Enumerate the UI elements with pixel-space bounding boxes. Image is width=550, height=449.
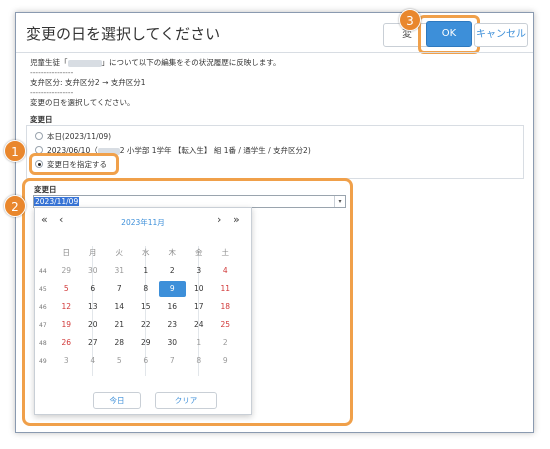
weekday-thu: 木 — [168, 248, 177, 257]
next-year-icon[interactable]: » — [233, 213, 240, 226]
week-number: 47 — [39, 321, 47, 329]
next-month-icon[interactable]: › — [217, 213, 221, 226]
week-number: 48 — [39, 339, 47, 347]
calendar-day[interactable]: 1 — [133, 263, 160, 279]
info-line-1-suffix: 」について以下の編集をその状況履歴に反映します。 — [101, 58, 281, 67]
weekday-header-row: 日 月 火 水 木 金 土 — [39, 244, 239, 262]
calendar-day[interactable]: 8 — [133, 281, 160, 297]
calendar-day[interactable]: 25 — [212, 317, 239, 333]
calendar-day[interactable]: 19 — [53, 317, 80, 333]
calendar-day[interactable]: 23 — [159, 317, 186, 333]
calendar-day[interactable]: 17 — [186, 299, 213, 315]
calendar-day[interactable]: 4 — [80, 353, 107, 369]
week-number: 44 — [39, 267, 47, 275]
cancel-button[interactable]: キャンセル — [474, 23, 528, 47]
calendar-week-row: 44 29 30 31 1 2 3 4 — [39, 262, 239, 280]
weekday-sat: 土 — [221, 248, 230, 257]
calendar-day[interactable]: 3 — [186, 263, 213, 279]
week-number: 46 — [39, 303, 47, 311]
weekday-tue: 火 — [115, 248, 124, 257]
redacted-name — [67, 59, 102, 67]
calendar-week-row: 49 3 4 5 6 7 8 9 — [39, 352, 239, 370]
calendar-day[interactable]: 30 — [80, 263, 107, 279]
calendar-day[interactable]: 5 — [53, 281, 80, 297]
week-number: 45 — [39, 285, 47, 293]
dialog-title: 変更の日を選択してください — [26, 25, 221, 43]
calendar-day[interactable]: 26 — [53, 335, 80, 351]
weekday-sun: 日 — [62, 248, 71, 257]
calendar-day[interactable]: 28 — [106, 335, 133, 351]
calendar-day[interactable]: 5 — [106, 353, 133, 369]
calendar-week-row: 47 19 20 21 22 23 24 25 — [39, 316, 239, 334]
callout-badge-3: 3 — [399, 9, 421, 31]
calendar-day[interactable]: 12 — [53, 299, 80, 315]
calendar-week-row: 48 26 27 28 29 30 1 2 — [39, 334, 239, 352]
info-line-1: 児童生徒「 」について以下の編集をその状況履歴に反映します。 — [30, 57, 281, 68]
calendar-day[interactable]: 31 — [106, 263, 133, 279]
separator-2: ---------------- — [30, 88, 74, 97]
calendar-weeks: 44 29 30 31 1 2 3 4 45 5 6 7 8 9 10 11 46 12 13 14 15 16 17 18 4… — [39, 262, 239, 370]
date-field-label: 変更日 — [34, 185, 57, 194]
calendar-day[interactable]: 29 — [133, 335, 160, 351]
calendar-day[interactable]: 18 — [212, 299, 239, 315]
info-line-2: 支弁区分: 支弁区分2 → 支弁区分1 — [30, 78, 146, 87]
calendar-day[interactable]: 30 — [159, 335, 186, 351]
calendar-day[interactable]: 7 — [106, 281, 133, 297]
calendar-day[interactable]: 29 — [53, 263, 80, 279]
change-date-section-label: 変更日 — [30, 115, 53, 124]
calendar-day[interactable]: 24 — [186, 317, 213, 333]
calendar-day[interactable]: 13 — [80, 299, 107, 315]
calendar-day[interactable]: 8 — [186, 353, 213, 369]
change-date-dialog: 変更の日を選択してください 変 OK キャンセル 児童生徒「 」について以下の編集… — [15, 12, 534, 433]
calendar-week-row: 46 12 13 14 15 16 17 18 — [39, 298, 239, 316]
calendar-day[interactable]: 10 — [186, 281, 213, 297]
calendar-day[interactable]: 27 — [80, 335, 107, 351]
info-line-1-prefix: 児童生徒「 — [30, 58, 68, 67]
calendar-week-row: 45 5 6 7 8 9 10 11 — [39, 280, 239, 298]
specify-date-highlight-outline — [29, 153, 119, 175]
today-button[interactable]: 今日 — [93, 392, 141, 409]
calendar-day[interactable]: 21 — [106, 317, 133, 333]
calendar-day[interactable]: 16 — [159, 299, 186, 315]
calendar-day[interactable]: 3 — [53, 353, 80, 369]
header-divider — [16, 52, 533, 53]
week-number: 49 — [39, 357, 47, 365]
info-line-3: 変更の日を選択してください。 — [30, 98, 135, 107]
calendar-day[interactable]: 4 — [212, 263, 239, 279]
weekday-mon: 月 — [89, 248, 97, 257]
date-picker: « ‹ 2023年11月 › » 日 月 火 水 木 金 土 44 29 30 31 1… — [34, 207, 252, 415]
calendar-day[interactable]: 2 — [212, 335, 239, 351]
clear-button[interactable]: クリア — [155, 392, 217, 409]
callout-badge-1: 1 — [4, 140, 26, 162]
separator-1: ---------------- — [30, 68, 74, 77]
dropdown-arrow-icon[interactable]: ▾ — [334, 196, 345, 207]
option-today-label[interactable]: 本日(2023/11/09) — [47, 131, 111, 142]
calendar-day[interactable]: 9 — [159, 281, 186, 297]
ok-button[interactable]: OK — [426, 21, 472, 47]
calendar-day[interactable]: 9 — [212, 353, 239, 369]
radio-today[interactable] — [35, 132, 43, 140]
calendar-grid: 日 月 火 水 木 金 土 44 29 30 31 1 2 3 4 45 5 6 7 8 9 10 11 46 1… — [39, 244, 239, 370]
calendar-day[interactable]: 20 — [80, 317, 107, 333]
calendar-day[interactable]: 11 — [212, 281, 239, 297]
date-input-value: 2023/11/09 — [34, 197, 80, 206]
callout-badge-2: 2 — [4, 195, 26, 217]
calendar-day[interactable]: 14 — [106, 299, 133, 315]
calendar-day[interactable]: 15 — [133, 299, 160, 315]
calendar-day[interactable]: 2 — [159, 263, 186, 279]
calendar-day[interactable]: 22 — [133, 317, 160, 333]
weekday-wed: 水 — [142, 248, 150, 257]
calendar-day[interactable]: 6 — [133, 353, 160, 369]
calendar-day[interactable]: 7 — [159, 353, 186, 369]
calendar-day[interactable]: 6 — [80, 281, 107, 297]
weekday-fri: 金 — [195, 248, 203, 257]
option-previous-date-suffix: 2 小学部 1学年 【転入生】 組 1番 / 通学生 / 支弁区分2) — [119, 146, 311, 155]
calendar-day[interactable]: 1 — [186, 335, 213, 351]
